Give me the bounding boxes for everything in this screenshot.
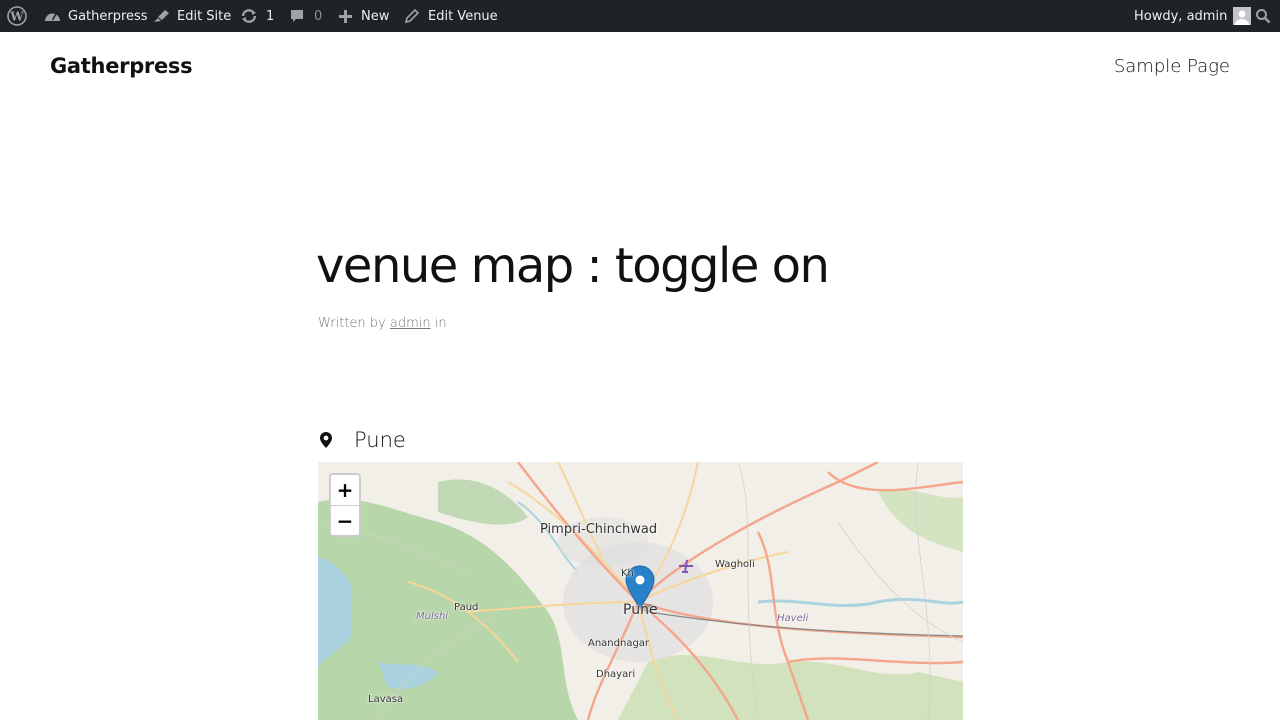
comments-count: 0 <box>314 8 323 24</box>
map-tiles[interactable] <box>318 462 963 720</box>
map-label-paud: Paud <box>454 602 479 613</box>
map-label-pune: Pune <box>623 602 658 618</box>
edit-site-label: Edit Site <box>177 8 232 24</box>
site-name-label: Gatherpress <box>68 8 148 24</box>
dashboard-icon <box>45 13 60 21</box>
svg-text:W: W <box>9 10 24 24</box>
map-label-khadki: Kh <box>621 568 634 579</box>
edit-venue-label: Edit Venue <box>428 8 498 24</box>
byline-suffix: in <box>434 316 447 331</box>
map-pin-icon <box>320 432 332 448</box>
my-account-menu[interactable]: Howdy, admin <box>1134 0 1252 32</box>
comments-link[interactable]: 0 <box>289 0 322 32</box>
map-label-anandnagar: Anandnagar <box>588 638 650 649</box>
map-label-mulshi: Mulshi <box>416 611 449 622</box>
new-label: New <box>361 8 390 24</box>
updates-icon <box>241 9 257 23</box>
avatar <box>1233 7 1252 25</box>
map-label-lavasa: Lavasa <box>368 694 404 705</box>
comment-icon <box>291 10 303 22</box>
post-title: venue map : toggle on <box>316 238 830 294</box>
author-link[interactable]: admin <box>390 316 431 331</box>
site-name-menu[interactable]: Gatherpress <box>44 0 148 32</box>
updates-count: 1 <box>266 8 275 24</box>
site-title[interactable]: Gatherpress <box>50 54 193 78</box>
edit-venue-link[interactable]: Edit Venue <box>404 0 498 32</box>
map-zoom-control: + − <box>329 473 361 537</box>
wordpress-logo-icon[interactable]: W <box>7 0 27 32</box>
admin-bar: W Gatherpress Edit Site 1 0 New Edit Ven… <box>0 0 1280 32</box>
brush-icon <box>154 10 169 22</box>
pencil-icon <box>404 8 420 24</box>
map-label-haveli: Haveli <box>777 613 809 624</box>
venue-name: Pune <box>354 428 406 452</box>
map-label-pimpri: Pimpri-Chinchwad <box>540 522 658 537</box>
map-label-dhayari: Dhayari <box>596 669 636 680</box>
map-label-wagholi: Wagholi <box>715 559 755 570</box>
zoom-out-button[interactable]: − <box>331 505 359 535</box>
search-icon[interactable] <box>1255 0 1271 32</box>
updates-link[interactable]: 1 <box>240 0 274 32</box>
byline-prefix: Written by <box>318 316 386 331</box>
venue-info: Pune <box>318 426 406 454</box>
post-byline: Written by admin in <box>318 316 447 331</box>
new-content-menu[interactable]: New <box>338 0 389 32</box>
venue-map[interactable]: Pimpri-Chinchwad Wagholi Kh Paud Mulshi … <box>318 462 963 720</box>
edit-site-link[interactable]: Edit Site <box>152 0 231 32</box>
zoom-in-button[interactable]: + <box>331 475 359 505</box>
plus-icon <box>339 9 352 23</box>
howdy-label: Howdy, admin <box>1134 8 1228 24</box>
nav-sample-page[interactable]: Sample Page <box>1114 56 1230 77</box>
